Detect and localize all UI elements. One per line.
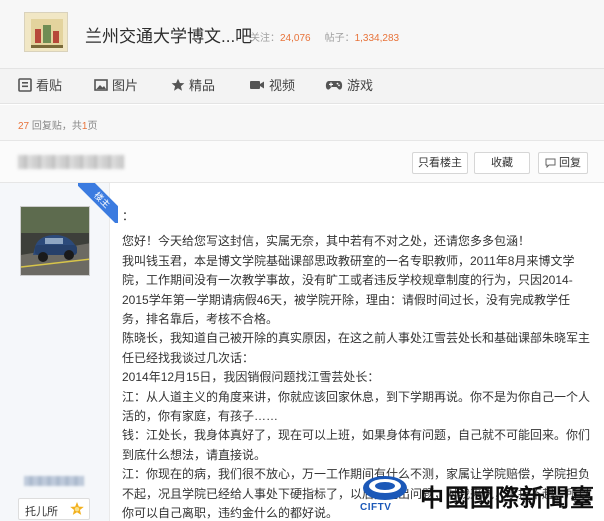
post-paragraph: 2014年12月15日，我因销假问题找江雪芸处长：: [122, 370, 380, 385]
level-badge-icon: [70, 502, 84, 515]
post-paragraph: 陈晓长，我知道自己被开除的真实原因，在这之前人事处江雪芸处长和基础课部朱晓军主任…: [122, 331, 591, 365]
post-paragraph: 江：从人道主义的角度来讲，你就应该回家休息，到下学期再说。你不是为你自己一个人活…: [122, 389, 591, 424]
news-watermark: CIFTV 中國國際新聞臺: [342, 466, 604, 521]
member-badge[interactable]: 托儿所: [18, 498, 90, 520]
tab-videos-label: 视频: [269, 78, 296, 93]
thread-toolbar: 只看楼主 收藏 回复: [0, 141, 604, 183]
page-suffix: 页: [87, 121, 98, 132]
thread-title-redacted: [18, 155, 124, 169]
forum-logo[interactable]: [24, 12, 68, 52]
reply-button-label: 回复: [559, 157, 581, 169]
forum-stats: 关注：24,076 帖子：1,334,283: [250, 29, 399, 44]
reply-suffix: 回复贴，共: [31, 121, 82, 132]
posts-label: 帖子：: [324, 33, 355, 44]
pagination-info: 27 回复贴，共1页: [0, 105, 604, 141]
post-paragraph: 我叫钱玉君，本是博文学院基础课部思政教研室的一名专职教师，2011年8月来博文学…: [122, 253, 575, 327]
tab-videos[interactable]: 视频: [249, 69, 295, 103]
watermark-brand-small: CIFTV: [360, 502, 392, 513]
follow-label: 关注：: [250, 33, 280, 44]
reply-summary: 27 回复贴，共1页: [18, 117, 97, 132]
tab-featured[interactable]: 精品: [171, 69, 215, 103]
gamepad-icon: [325, 81, 343, 90]
tab-posts-label: 看贴: [36, 78, 63, 93]
forum-header: 兰州交通大学博文...吧 关注：24,076 帖子：1,334,283: [0, 0, 604, 68]
follow-count: 24,076: [280, 33, 311, 44]
favorite-button[interactable]: 收藏: [474, 152, 530, 174]
forum-title[interactable]: 兰州交通大学博文...吧: [85, 22, 252, 47]
tab-featured-label: 精品: [189, 78, 216, 93]
author-panel: 托儿所: [0, 183, 110, 521]
tab-games-label: 游戏: [347, 78, 374, 93]
badge-label: 托儿所: [25, 506, 58, 518]
reply-count: 27: [18, 121, 30, 132]
tab-games[interactable]: 游戏: [325, 69, 373, 103]
comment-icon: [545, 158, 556, 168]
tab-images-label: 图片: [112, 78, 139, 93]
tab-posts[interactable]: 看贴: [18, 69, 62, 103]
watermark-brand-big: 中國國際新聞臺: [420, 483, 595, 512]
image-icon: [94, 79, 108, 91]
post-paragraph: 您好！今天给您写这封信，实属无奈，其中若有不对之处，还请您多多包涵！: [122, 234, 531, 249]
star-icon: [171, 78, 185, 91]
only-host-button[interactable]: 只看楼主: [412, 152, 468, 174]
post-paragraph: 钱：江处长，我身体真好了，现在可以上班，如果身体有问题，自己就不可能回来。你们到…: [122, 428, 591, 462]
post-icon: [18, 78, 32, 92]
posts-count: 1,334,283: [354, 33, 400, 44]
forum-nav-tabs: 看贴 图片 精品 视频 游戏: [0, 68, 604, 104]
video-icon: [250, 81, 264, 89]
forum-logo-image: [25, 13, 67, 51]
post-paragraph: ：: [122, 209, 135, 223]
host-label: 楼主: [78, 183, 118, 223]
tab-images[interactable]: 图片: [94, 69, 138, 103]
host-ribbon: 楼主: [78, 183, 118, 223]
reply-button[interactable]: 回复: [538, 152, 588, 174]
username-redacted: [24, 476, 84, 486]
ciftv-logo-icon: [363, 476, 407, 500]
